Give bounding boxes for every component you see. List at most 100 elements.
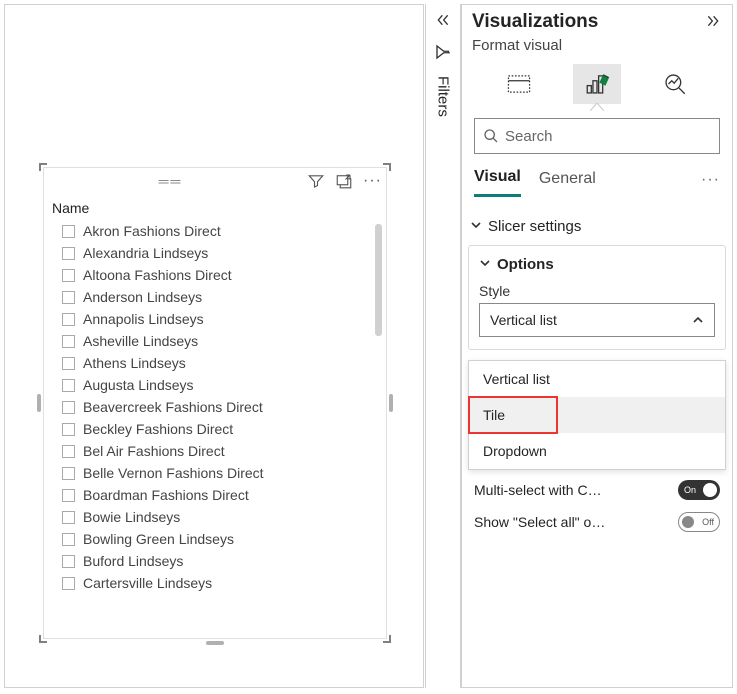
slicer-visual[interactable]: ══ ··· Name Akron Fashions DirectAlexand… (39, 163, 391, 643)
chevron-up-icon (692, 314, 704, 326)
active-tab-indicator-icon (590, 103, 604, 111)
slicer-item-label: Belle Vernon Fashions Direct (83, 465, 264, 481)
search-input[interactable]: Search (474, 118, 720, 154)
slicer-item[interactable]: Buford Lindseys (44, 550, 386, 572)
tab-visual[interactable]: Visual (474, 168, 521, 197)
filter-pane-icon (434, 43, 452, 64)
chevron-right-icon[interactable] (704, 13, 722, 32)
slicer-item[interactable]: Annapolis Lindseys (44, 308, 386, 330)
slicer-item-label: Athens Lindseys (83, 355, 186, 371)
chevron-left-icon[interactable] (434, 12, 452, 31)
more-options-icon[interactable]: ··· (363, 173, 382, 189)
scrollbar-thumb[interactable] (375, 224, 382, 336)
style-dropdown[interactable]: Vertical list (479, 303, 715, 337)
toggle-knob (682, 516, 694, 528)
drag-handle-icon[interactable]: ══ (44, 173, 297, 189)
style-field-label: Style (479, 283, 715, 303)
options-label: Options (497, 256, 554, 273)
checkbox[interactable] (62, 577, 75, 590)
slicer-item-label: Bowling Green Lindseys (83, 531, 234, 547)
slicer-item-label: Boardman Fashions Direct (83, 487, 249, 503)
resize-handle-bottom[interactable] (206, 641, 224, 645)
checkbox[interactable] (62, 291, 75, 304)
slicer-item[interactable]: Athens Lindseys (44, 352, 386, 374)
checkbox[interactable] (62, 489, 75, 502)
style-option-tile[interactable]: Tile (469, 397, 725, 433)
options-header[interactable]: Options (479, 256, 715, 283)
select-all-row: Show "Select all" o… Off (462, 502, 732, 534)
checkbox[interactable] (62, 533, 75, 546)
multi-select-row: Multi-select with C… On (462, 470, 732, 502)
slicer-settings-label: Slicer settings (488, 218, 581, 235)
checkbox[interactable] (62, 225, 75, 238)
select-all-toggle[interactable]: Off (678, 512, 720, 532)
slicer-item[interactable]: Cartersville Lindseys (44, 572, 386, 594)
focus-mode-icon[interactable] (335, 172, 353, 190)
checkbox[interactable] (62, 247, 75, 260)
visualizations-pane: Visualizations Format visual (461, 4, 733, 688)
checkbox[interactable] (62, 467, 75, 480)
style-option-vertical-list[interactable]: Vertical list (469, 361, 725, 397)
slicer-item-label: Akron Fashions Direct (83, 223, 221, 239)
checkbox[interactable] (62, 445, 75, 458)
checkbox[interactable] (62, 335, 75, 348)
build-visual-button[interactable] (495, 64, 543, 104)
slicer-item-label: Augusta Lindseys (83, 377, 194, 393)
filters-label: Filters (435, 76, 452, 117)
filters-pane-collapsed[interactable]: Filters (425, 4, 461, 688)
style-option-dropdown[interactable]: Dropdown (469, 433, 725, 469)
slicer-settings-section[interactable]: Slicer settings (462, 198, 732, 245)
slicer-item[interactable]: Bowie Lindseys (44, 506, 386, 528)
slicer-item[interactable]: Beckley Fashions Direct (44, 418, 386, 440)
slicer-item[interactable]: Beavercreek Fashions Direct (44, 396, 386, 418)
filter-icon[interactable] (307, 172, 325, 190)
slicer-container: ══ ··· Name Akron Fashions DirectAlexand… (43, 167, 387, 639)
analytics-button[interactable] (651, 64, 699, 104)
tabs-more-icon[interactable]: ··· (701, 171, 720, 195)
slicer-item-label: Bowie Lindseys (83, 509, 180, 525)
toggle-on-text: On (684, 485, 696, 495)
tab-general[interactable]: General (539, 170, 596, 196)
checkbox[interactable] (62, 423, 75, 436)
checkbox[interactable] (62, 313, 75, 326)
slicer-item-label: Asheville Lindseys (83, 333, 198, 349)
resize-handle-left[interactable] (37, 394, 41, 412)
slicer-item-label: Beckley Fashions Direct (83, 421, 233, 437)
search-icon (483, 128, 499, 144)
checkbox[interactable] (62, 269, 75, 282)
slicer-item[interactable]: Bowling Green Lindseys (44, 528, 386, 550)
style-selected-value: Vertical list (490, 312, 557, 328)
slicer-item-list[interactable]: Akron Fashions Direct Alexandria Lindseys… (44, 220, 386, 636)
slicer-item-label: Buford Lindseys (83, 553, 183, 569)
slicer-item[interactable]: Alexandria Lindseys (44, 242, 386, 264)
style-dropdown-menu: Vertical listTileDropdown (468, 360, 726, 470)
visualizations-title: Visualizations (472, 11, 598, 33)
checkbox[interactable] (62, 401, 75, 414)
checkbox[interactable] (62, 511, 75, 524)
slicer-item-label: Beavercreek Fashions Direct (83, 399, 263, 415)
slicer-item[interactable]: Altoona Fashions Direct (44, 264, 386, 286)
slicer-item[interactable]: Akron Fashions Direct (44, 220, 386, 242)
checkbox[interactable] (62, 357, 75, 370)
slicer-item[interactable]: Belle Vernon Fashions Direct (44, 462, 386, 484)
report-canvas[interactable]: ══ ··· Name Akron Fashions DirectAlexand… (4, 4, 424, 688)
slicer-item[interactable]: Bel Air Fashions Direct (44, 440, 386, 462)
select-all-label: Show "Select all" o… (474, 514, 605, 530)
format-visual-subtitle: Format visual (462, 33, 732, 60)
slicer-item[interactable]: Asheville Lindseys (44, 330, 386, 352)
toggle-knob (703, 483, 717, 497)
slicer-item[interactable]: Boardman Fashions Direct (44, 484, 386, 506)
slicer-item[interactable]: Augusta Lindseys (44, 374, 386, 396)
slicer-item-label: Anderson Lindseys (83, 289, 202, 305)
format-mode-switch (462, 60, 732, 104)
slicer-item[interactable]: Anderson Lindseys (44, 286, 386, 308)
checkbox[interactable] (62, 555, 75, 568)
format-visual-button[interactable] (573, 64, 621, 104)
chevron-down-icon (479, 257, 491, 272)
resize-handle-right[interactable] (389, 394, 393, 412)
slicer-item-label: Altoona Fashions Direct (83, 267, 232, 283)
checkbox[interactable] (62, 379, 75, 392)
search-placeholder: Search (505, 128, 553, 145)
multi-select-toggle[interactable]: On (678, 480, 720, 500)
slicer-header: ══ ··· (44, 168, 386, 194)
